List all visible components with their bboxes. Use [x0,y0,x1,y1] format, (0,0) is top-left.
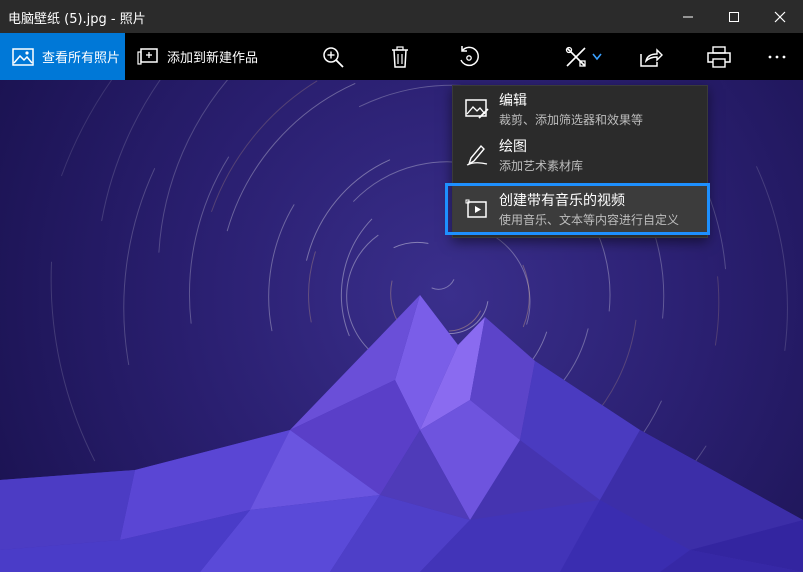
menu-item-title: 编辑 [499,93,527,109]
menu-item-subtitle: 添加艺术素材库 [499,159,584,173]
edit-photo-icon [465,99,489,119]
edit-create-icon [565,46,586,67]
photo-icon [12,47,34,66]
add-to-new-creation-label: 添加到新建作品 [167,51,259,66]
pen-icon [466,144,488,166]
maximize-button[interactable] [711,0,757,33]
view-all-photos-button[interactable]: 查看所有照片 [0,33,125,80]
add-to-creation-icon [137,47,158,65]
chevron-down-icon [592,53,602,60]
more-icon [768,55,786,58]
printer-icon [707,45,731,68]
menu-item-subtitle: 使用音乐、文本等内容进行自定义 [499,213,680,227]
zoom-in-icon [323,46,344,68]
menu-item-subtitle: 裁剪、添加筛选器和效果等 [499,113,644,127]
minimize-button[interactable] [665,0,711,33]
edit-create-menu: 编辑 裁剪、添加筛选器和效果等 绘图 添加艺术素材库 创建带有音乐的视频 使用音… [452,85,708,238]
close-icon [774,11,786,22]
menu-item-create-video[interactable]: 创建带有音乐的视频 使用音乐、文本等内容进行自定义 [453,186,707,232]
menu-item-edit[interactable]: 编辑 裁剪、添加筛选器和效果等 [453,86,707,132]
toolbar: 查看所有照片 添加到新建作品 [0,33,803,80]
add-to-new-creation-button[interactable]: 添加到新建作品 [133,33,258,80]
title-bar: 电脑壁纸 (5).jpg - 照片 [0,0,803,33]
delete-button[interactable] [388,33,412,80]
share-icon [640,47,663,67]
view-all-photos-label: 查看所有照片 [42,51,121,66]
close-button[interactable] [757,0,803,33]
trash-icon [392,45,408,68]
print-button[interactable] [706,33,732,80]
more-options-button[interactable] [764,33,790,80]
video-icon [465,199,487,218]
rotate-button[interactable] [456,33,482,80]
menu-item-title: 绘图 [499,139,527,155]
maximize-icon [729,11,739,22]
window-title: 电脑壁纸 (5).jpg - 照片 [8,12,146,27]
menu-item-title: 创建带有音乐的视频 [499,193,625,209]
zoom-button[interactable] [319,33,347,80]
rotate-icon [460,45,479,66]
edit-create-button[interactable] [562,33,604,80]
share-button[interactable] [638,33,664,80]
minimize-icon [683,16,693,17]
menu-item-draw[interactable]: 绘图 添加艺术素材库 [453,132,707,178]
